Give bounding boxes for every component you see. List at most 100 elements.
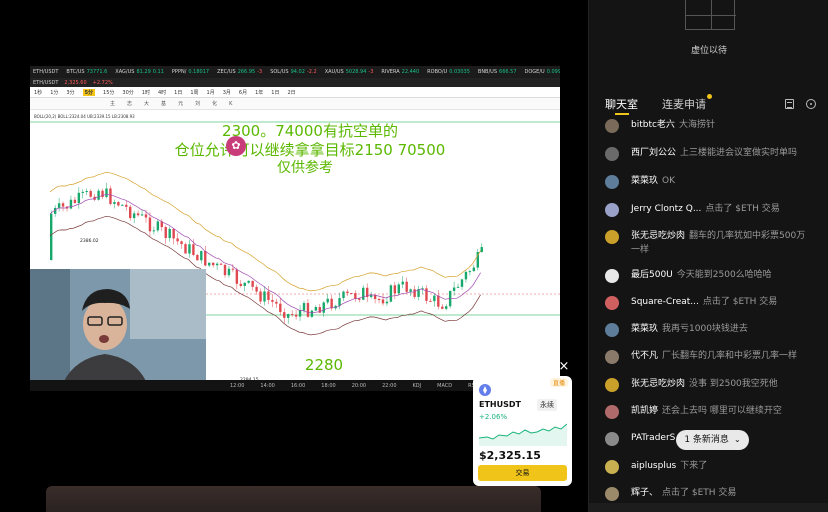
avatar[interactable]: [605, 147, 619, 161]
avatar[interactable]: [605, 230, 619, 244]
ticker-price: 0.03035: [449, 69, 470, 75]
username[interactable]: 菜菜玖: [631, 176, 658, 186]
timeframe-option[interactable]: 1日: [271, 89, 279, 96]
ticker-item[interactable]: RIVERA 22.440: [381, 69, 419, 75]
ticker-item[interactable]: XAU/US 5028.94 -3: [325, 69, 374, 75]
avatar[interactable]: [605, 405, 619, 419]
indicator-tab[interactable]: MACD: [437, 383, 452, 389]
avatar[interactable]: [605, 323, 619, 337]
ticker-item[interactable]: DOGE/U0.09908: [525, 69, 560, 75]
timeframe-option[interactable]: 15分: [103, 89, 114, 96]
candle-body: [290, 314, 294, 316]
chart-tool-button[interactable]: 大: [144, 100, 149, 107]
timeframe-option[interactable]: 3月: [223, 89, 231, 96]
timeframe-option[interactable]: 2日: [287, 89, 295, 96]
message-body: aiplusplus 下来了: [605, 459, 817, 473]
avatar[interactable]: [605, 269, 619, 283]
candle-body: [144, 214, 148, 218]
chat-message: Square-Creat... 点击了 $ETH 交易: [605, 295, 817, 310]
ticker-item[interactable]: XAG/US 81.29 0.11: [115, 69, 164, 75]
trade-button[interactable]: 交易: [478, 465, 567, 481]
chat-input-strip[interactable]: [589, 503, 828, 512]
chart-tool-button[interactable]: 元: [178, 100, 183, 107]
candle-body: [338, 298, 341, 306]
username[interactable]: 凯凯婷: [631, 406, 658, 416]
ticker-item[interactable]: ROBO/U 0.03035: [427, 69, 470, 75]
candle-body: [172, 228, 175, 239]
timeframe-option[interactable]: 1分: [50, 89, 58, 96]
username[interactable]: bitbtc老六: [631, 120, 675, 130]
avatar[interactable]: [605, 378, 619, 392]
username[interactable]: 张无忌吃炒肉: [631, 231, 685, 241]
username[interactable]: 张无忌吃炒肉: [631, 379, 685, 389]
ticker-item[interactable]: ETH/USDT: [33, 69, 58, 75]
timeframe-option[interactable]: 1周: [190, 89, 198, 96]
username[interactable]: aiplusplus: [631, 461, 676, 471]
chart-tool-button[interactable]: 刘: [195, 100, 200, 107]
chart-toolbar: 主志大基元刘化K: [30, 98, 560, 110]
timeframe-option[interactable]: 1秒: [34, 89, 42, 96]
avatar[interactable]: [605, 203, 619, 217]
candle-body: [302, 303, 306, 311]
avatar[interactable]: [605, 175, 619, 189]
chart-tool-button[interactable]: 志: [127, 100, 132, 107]
timeframe-option[interactable]: 1月: [207, 89, 215, 96]
clipboard-icon[interactable]: [785, 99, 794, 109]
candle-body: [425, 288, 428, 301]
candle-body: [61, 203, 65, 207]
gift-icon[interactable]: ✿: [226, 136, 246, 156]
ethereum-icon: [479, 384, 491, 396]
username[interactable]: PATraderS: [631, 433, 675, 443]
candle-body: [310, 310, 314, 317]
username[interactable]: Square-Creat...: [631, 297, 699, 307]
message-text: 下来了: [680, 461, 708, 471]
new-messages-button[interactable]: 1 条新消息 ⌄: [676, 430, 749, 450]
ticker-symbol: ETH/USDT: [33, 69, 59, 75]
tab-link-request[interactable]: 连麦申请: [662, 94, 712, 112]
ticker-item[interactable]: ZEC/US 266.95 -3: [217, 69, 262, 75]
avatar[interactable]: [605, 487, 619, 501]
close-card-button[interactable]: ×: [557, 360, 571, 374]
chart-tool-button[interactable]: K: [229, 101, 232, 107]
avatar[interactable]: [605, 119, 619, 133]
chart-tool-button[interactable]: 主: [110, 100, 115, 107]
timeframe-option[interactable]: 1时: [142, 89, 150, 96]
ticker-item[interactable]: SOL/US 94.02 -2.2: [270, 69, 317, 75]
chart-tool-button[interactable]: 化: [212, 100, 217, 107]
timeframe-option[interactable]: 6月: [239, 89, 247, 96]
ticker-item[interactable]: PPPN/0.18017: [172, 69, 209, 75]
timeframe-option[interactable]: 1日: [174, 89, 182, 96]
trade-card[interactable]: 直播 ETHUSDT 永续 +2.06% $2,325.15 交易: [473, 376, 572, 486]
timeframe-option[interactable]: 5分: [82, 88, 96, 96]
username[interactable]: 菜菜玖: [631, 324, 658, 334]
message-body: 最后500U 今天能到2500么哈哈哈: [605, 268, 817, 282]
avatar[interactable]: [605, 432, 619, 446]
avatar[interactable]: [605, 460, 619, 474]
username[interactable]: Jerry Clontz Q...: [631, 204, 701, 214]
ticker-chg: -2.2: [306, 69, 317, 75]
avatar[interactable]: [605, 296, 619, 310]
candle-body: [152, 230, 156, 232]
username[interactable]: 最后500U: [631, 270, 673, 280]
timeframe-option[interactable]: 1年: [255, 89, 263, 96]
timeframe-option[interactable]: 4时: [158, 89, 166, 96]
chat-message: 张无忌吃炒肉 没事 到2500我空死他: [605, 377, 817, 392]
indicator-tab[interactable]: KDJ: [413, 383, 422, 389]
candle-body: [413, 289, 416, 297]
username[interactable]: 代不凡: [631, 351, 658, 361]
timeframe-bar: 1秒 1分 3分 5分 15分 30分 1时 4时 1日 1周 1月 3月 6月 1年 1日 2日: [30, 87, 560, 98]
candle-body: [136, 213, 140, 216]
candle-body: [429, 300, 432, 302]
chat-message: 凯凯婷 还会上去吗 哪里可以继续开空: [605, 404, 817, 419]
username[interactable]: 辉子、: [631, 488, 658, 498]
chart-tool-button[interactable]: 基: [161, 100, 166, 107]
ticker-item[interactable]: BTC/US 73771.6: [66, 69, 107, 75]
username[interactable]: 西厂刘公公: [631, 148, 676, 158]
settings-icon[interactable]: [806, 99, 816, 109]
chat-message: 菜菜玖 OK: [605, 174, 817, 189]
tab-chat-room[interactable]: 聊天室: [605, 96, 638, 115]
ticker-item[interactable]: BNB/US 666.57: [478, 69, 517, 75]
avatar[interactable]: [605, 350, 619, 364]
timeframe-option[interactable]: 3分: [66, 89, 74, 96]
timeframe-option[interactable]: 30分: [122, 89, 133, 96]
